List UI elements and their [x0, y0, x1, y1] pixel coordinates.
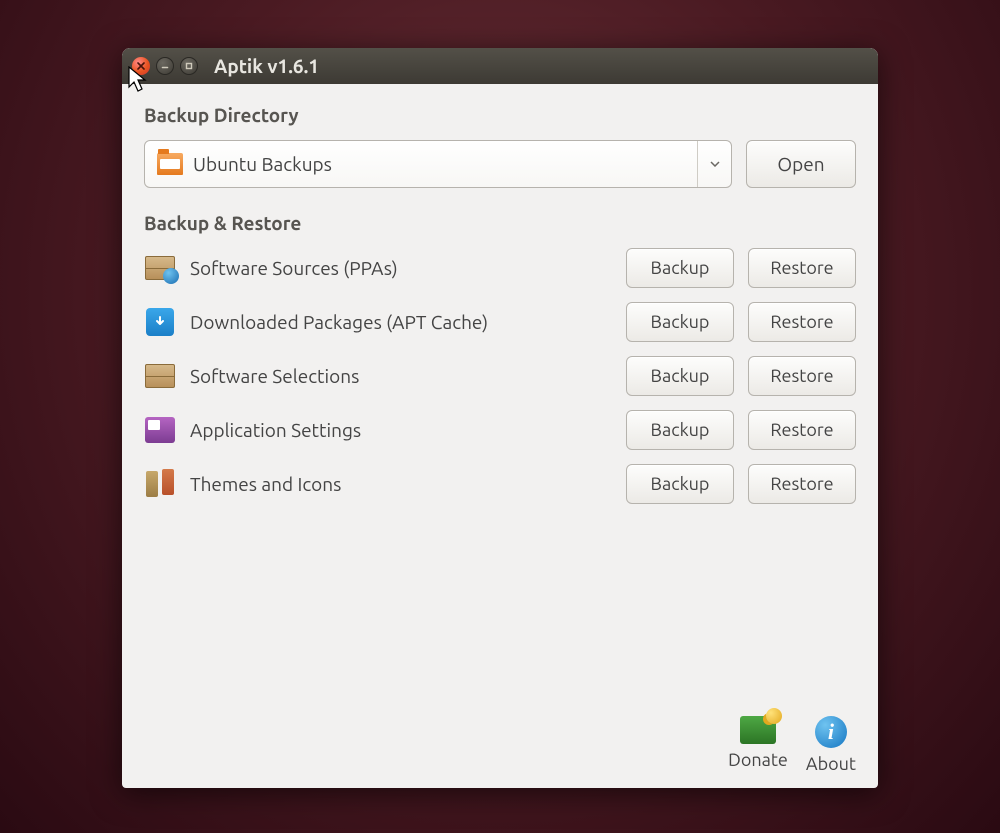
window-title: Aptik v1.6.1	[214, 55, 319, 77]
window-minimize-button[interactable]	[156, 57, 174, 75]
about-label: About	[806, 754, 856, 774]
backup-directory-row: Ubuntu Backups Open	[144, 140, 856, 188]
application-settings-icon	[144, 414, 176, 446]
backup-button-software-selections[interactable]: Backup	[626, 356, 734, 396]
package-icon	[144, 360, 176, 392]
item-row-themes-icons: Themes and Icons Backup Restore	[144, 464, 856, 504]
restore-button-software-sources[interactable]: Restore	[748, 248, 856, 288]
maximize-icon	[185, 62, 193, 70]
backup-button-themes-icons[interactable]: Backup	[626, 464, 734, 504]
combo-dropdown-arrow[interactable]	[697, 141, 731, 187]
item-row-software-sources: Software Sources (PPAs) Backup Restore	[144, 248, 856, 288]
app-window: Aptik v1.6.1 Backup Directory Ubuntu Bac…	[122, 48, 878, 788]
donate-icon	[740, 716, 776, 744]
item-row-software-selections: Software Selections Backup Restore	[144, 356, 856, 396]
backup-button-downloaded-packages[interactable]: Backup	[626, 302, 734, 342]
restore-button-software-selections[interactable]: Restore	[748, 356, 856, 396]
donate-label: Donate	[728, 750, 788, 770]
themes-icon	[144, 468, 176, 500]
restore-button-themes-icons[interactable]: Restore	[748, 464, 856, 504]
window-content: Backup Directory Ubuntu Backups Open Bac…	[122, 84, 878, 788]
restore-button-application-settings[interactable]: Restore	[748, 410, 856, 450]
item-label: Themes and Icons	[190, 473, 612, 495]
about-button[interactable]: i About	[806, 716, 856, 774]
item-label: Downloaded Packages (APT Cache)	[190, 311, 612, 333]
minimize-icon	[161, 62, 169, 70]
item-label: Software Selections	[190, 365, 612, 387]
window-maximize-button[interactable]	[180, 57, 198, 75]
donate-button[interactable]: Donate	[728, 716, 788, 774]
software-sources-icon	[144, 252, 176, 284]
backup-directory-value: Ubuntu Backups	[193, 153, 697, 175]
item-label: Application Settings	[190, 419, 612, 441]
window-close-button[interactable]	[132, 57, 150, 75]
item-row-application-settings: Application Settings Backup Restore	[144, 410, 856, 450]
titlebar: Aptik v1.6.1	[122, 48, 878, 84]
chevron-down-icon	[710, 161, 720, 167]
info-icon: i	[815, 716, 847, 748]
item-label: Software Sources (PPAs)	[190, 257, 612, 279]
backup-button-application-settings[interactable]: Backup	[626, 410, 734, 450]
close-x-icon	[137, 62, 145, 70]
restore-button-downloaded-packages[interactable]: Restore	[748, 302, 856, 342]
backup-directory-heading: Backup Directory	[144, 104, 856, 126]
open-directory-button[interactable]: Open	[746, 140, 856, 188]
backup-button-software-sources[interactable]: Backup	[626, 248, 734, 288]
backup-directory-combo[interactable]: Ubuntu Backups	[144, 140, 732, 188]
open-button-label: Open	[777, 153, 824, 175]
download-icon	[144, 306, 176, 338]
footer: Donate i About	[144, 706, 856, 774]
item-row-downloaded-packages: Downloaded Packages (APT Cache) Backup R…	[144, 302, 856, 342]
backup-restore-heading: Backup & Restore	[144, 212, 856, 234]
folder-icon	[157, 153, 183, 175]
